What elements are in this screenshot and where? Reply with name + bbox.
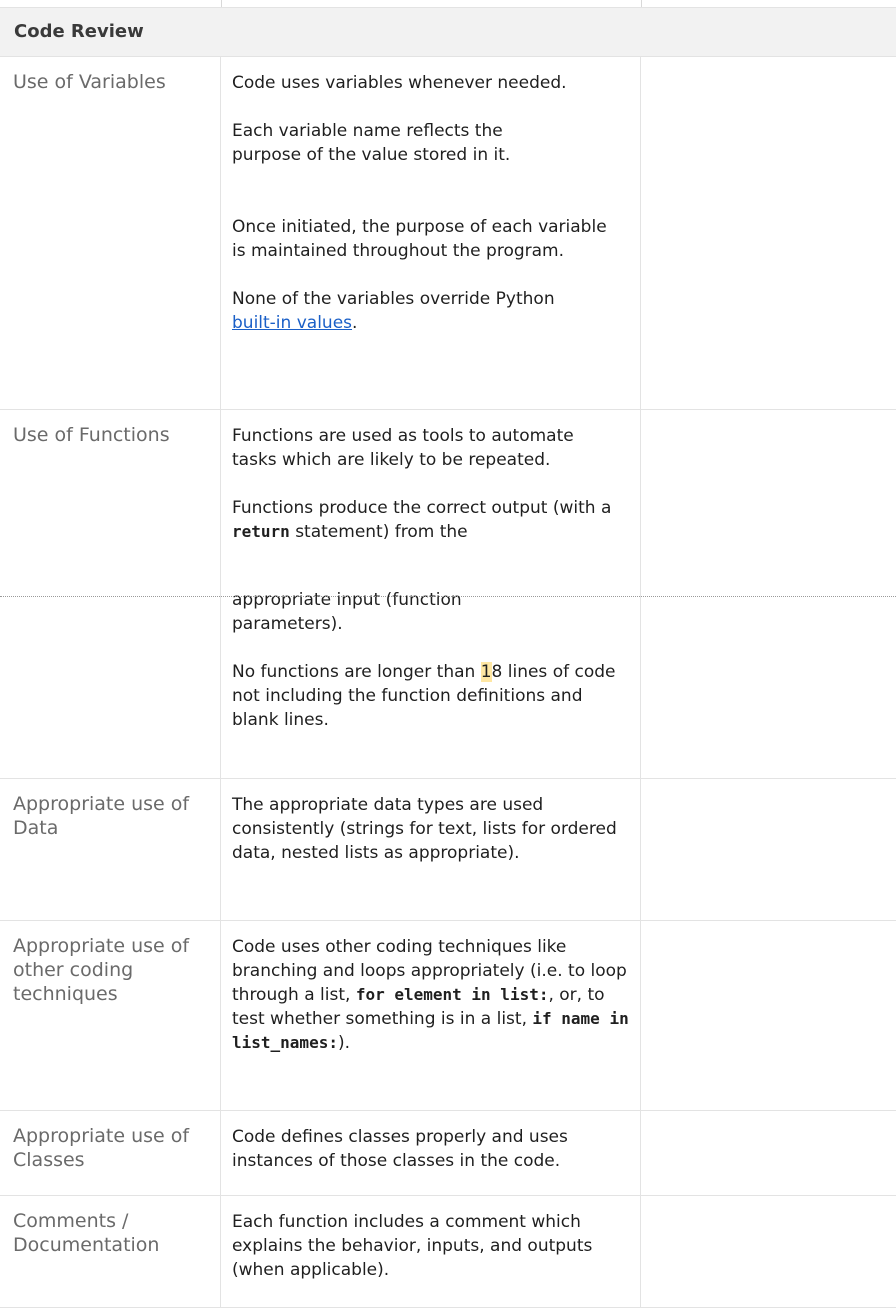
highlighted-text: 1 <box>480 662 492 682</box>
description-text: Once initiated, the purpose of each vari… <box>232 217 607 261</box>
criterion-label: Use of Variables <box>0 57 221 409</box>
criterion-label: Use of Functions <box>0 410 221 778</box>
table-row-techniques: Appropriate use of other coding techniqu… <box>0 921 896 1111</box>
description-text: Code uses other coding techniques like b… <box>232 935 632 1055</box>
description-text: Code uses variables whenever needed. <box>232 73 567 93</box>
criterion-label: Comments / Documentation <box>0 1196 221 1307</box>
description-text: statement) from the <box>295 522 468 542</box>
criterion-description: The appropriate data types are used cons… <box>221 779 641 920</box>
score-cell <box>641 57 896 409</box>
section-header: Code Review <box>0 7 896 57</box>
code-snippet: return <box>232 522 290 541</box>
description-text: No functions are longer than 18 lines of… <box>232 660 632 732</box>
criterion-label: Appropriate use of other coding techniqu… <box>0 921 221 1110</box>
table-row-variables: Use of Variables Code uses variables whe… <box>0 57 896 410</box>
score-cell <box>641 1196 896 1307</box>
description-text: Each variable name reflects the purpose … <box>232 121 511 165</box>
built-in-values-link[interactable]: built-in values <box>232 313 352 333</box>
description-text: ). <box>337 1033 351 1053</box>
description-text: Each function includes a comment which e… <box>232 1212 593 1280</box>
table-row-functions: Use of Functions Functions are used as t… <box>0 410 896 779</box>
score-cell <box>641 921 896 1110</box>
table-row-classes: Appropriate use of Classes Code defines … <box>0 1111 896 1196</box>
table-row-comments: Comments / Documentation Each function i… <box>0 1196 896 1308</box>
description-text: Functions produce the correct output (wi… <box>232 498 612 518</box>
column-divider-stub <box>641 0 642 7</box>
description-text: None of the variables override Python <box>232 289 555 309</box>
description-text: Functions produce the correct output (wi… <box>232 496 632 544</box>
description-text: Code defines classes properly and uses i… <box>232 1127 568 1171</box>
page-break-line <box>0 596 896 597</box>
criterion-description: Code defines classes properly and uses i… <box>221 1111 641 1195</box>
criterion-description: Functions are used as tools to automate … <box>221 410 641 778</box>
criterion-label: Appropriate use of Classes <box>0 1111 221 1195</box>
criterion-description: Code uses other coding techniques like b… <box>221 921 641 1110</box>
criterion-label: Appropriate use of Data <box>0 779 221 920</box>
table-row-data: Appropriate use of Data The appropriate … <box>0 779 896 921</box>
code-snippet: for element in list: <box>355 985 549 1004</box>
score-cell <box>641 779 896 920</box>
section-title: Code Review <box>14 21 144 42</box>
description-text: The appropriate data types are used cons… <box>232 795 617 863</box>
description-text: None of the variables override Python bu… <box>232 287 632 335</box>
criterion-description: Code uses variables whenever needed. Eac… <box>221 57 641 409</box>
column-divider-stub <box>221 0 222 7</box>
description-text: Functions are used as tools to automate … <box>232 426 574 470</box>
description-text: No functions are longer than <box>232 662 476 682</box>
score-cell <box>641 410 896 778</box>
score-cell <box>641 1111 896 1195</box>
criterion-description: Each function includes a comment which e… <box>221 1196 641 1307</box>
description-text: . <box>352 313 358 333</box>
